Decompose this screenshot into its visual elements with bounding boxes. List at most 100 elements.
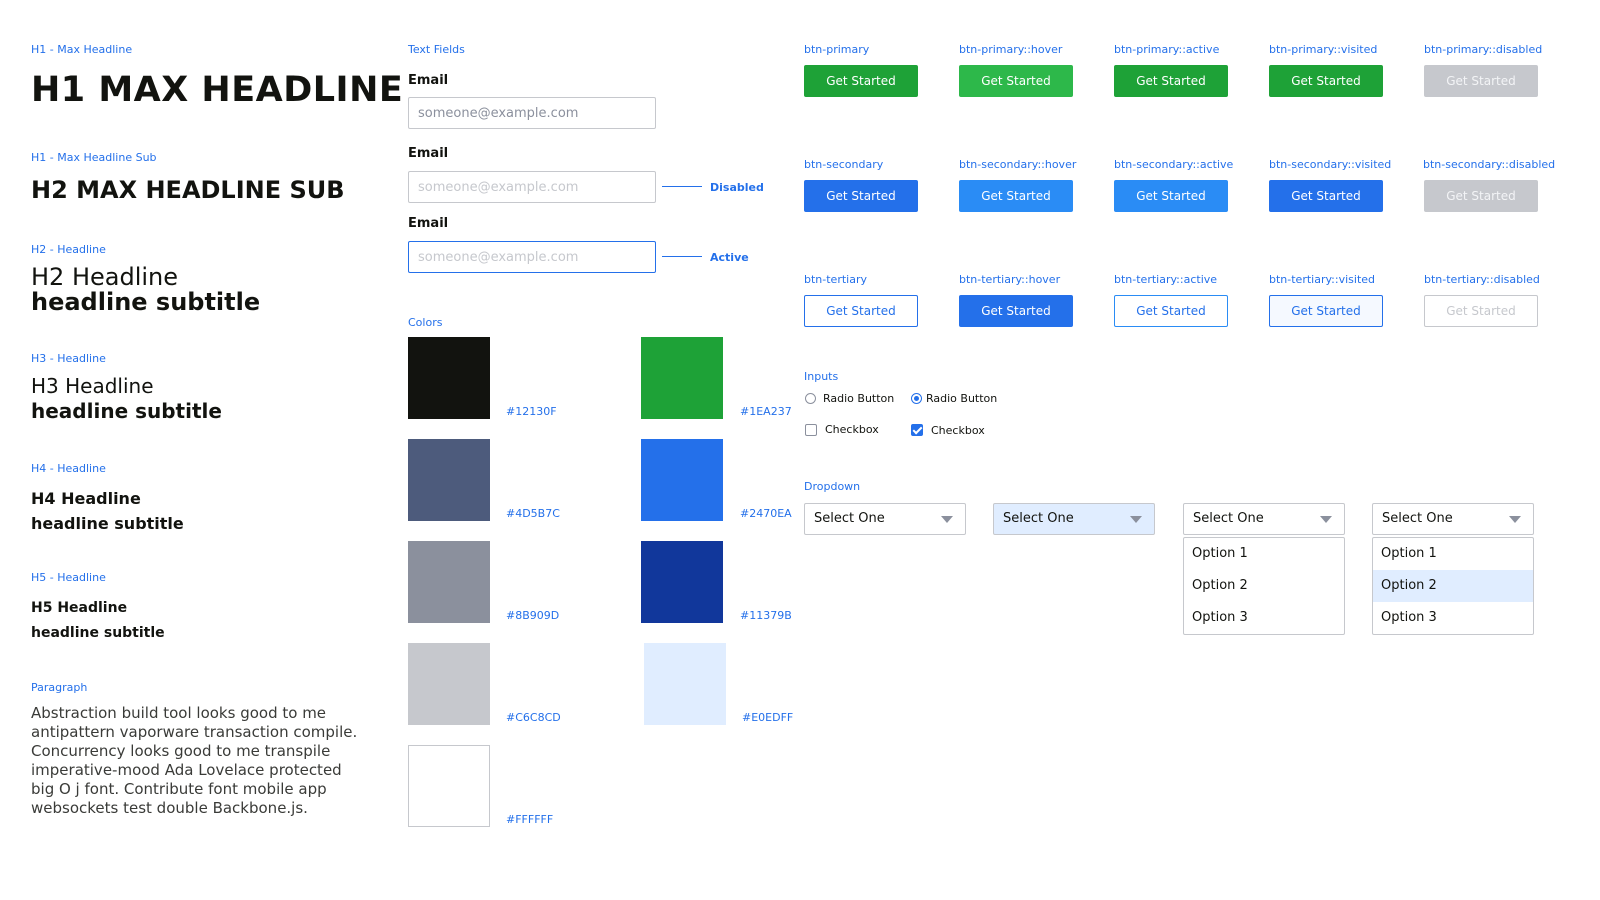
- checkbox-unchecked[interactable]: [805, 424, 817, 436]
- radio-label-unchecked: Radio Button: [823, 392, 895, 405]
- h2-spec-label: H2 - Headline: [31, 243, 106, 256]
- secondary-button-disabled: Get Started: [1424, 180, 1538, 212]
- dropdown-open[interactable]: Select One: [1183, 503, 1345, 535]
- btn-tertiary-active-label: btn-tertiary::active: [1114, 273, 1218, 286]
- dropdown-option[interactable]: Option 1: [1373, 538, 1533, 570]
- dropdown-value: Select One: [1382, 511, 1453, 526]
- btn-secondary-visited-label: btn-secondary::visited: [1269, 158, 1392, 171]
- hex-gray: #8B909D: [506, 609, 560, 622]
- btn-primary-label: btn-primary: [804, 43, 870, 56]
- checkbox-label-unchecked: Checkbox: [825, 423, 879, 436]
- secondary-button[interactable]: Get Started: [804, 180, 918, 212]
- dropdown-value: Select One: [1003, 511, 1074, 526]
- email-field-active[interactable]: [408, 241, 656, 273]
- dropdown-menu: Option 1 Option 2 Option 3: [1372, 537, 1534, 635]
- primary-button-visited[interactable]: Get Started: [1269, 65, 1383, 97]
- btn-tertiary-label: btn-tertiary: [804, 273, 867, 286]
- h1-spec-label: H1 - Max Headline: [31, 43, 133, 56]
- dropdown-section-label: Dropdown: [804, 480, 861, 493]
- swatch-blue: [641, 439, 723, 521]
- paragraph-spec-label: Paragraph: [31, 681, 88, 694]
- tertiary-button-hover[interactable]: Get Started: [959, 295, 1073, 327]
- swatch-slate: [408, 439, 490, 521]
- dropdown-option[interactable]: Option 1: [1184, 538, 1344, 570]
- h3-sample: H3 Headline headline subtitle: [31, 374, 222, 424]
- h4-spec-label: H4 - Headline: [31, 462, 106, 475]
- primary-button-hover[interactable]: Get Started: [959, 65, 1073, 97]
- swatch-pale-blue: [644, 643, 726, 725]
- radio-button-checked[interactable]: [911, 393, 922, 404]
- dropdown-option[interactable]: Option 3: [1373, 602, 1533, 634]
- tertiary-button-active[interactable]: Get Started: [1114, 295, 1228, 327]
- radio-label-checked: Radio Button: [926, 392, 998, 405]
- secondary-button-active[interactable]: Get Started: [1114, 180, 1228, 212]
- dropdown-menu: Option 1 Option 2 Option 3: [1183, 537, 1345, 635]
- swatch-green: [641, 337, 723, 419]
- inputs-section-label: Inputs: [804, 370, 839, 383]
- swatch-gray: [408, 541, 490, 623]
- secondary-button-hover[interactable]: Get Started: [959, 180, 1073, 212]
- h1-sample: H1 MAX HEADLINE: [31, 70, 404, 110]
- primary-button-disabled: Get Started: [1424, 65, 1538, 97]
- btn-primary-disabled-label: btn-primary::disabled: [1424, 43, 1543, 56]
- h3-spec-label: H3 - Headline: [31, 352, 106, 365]
- h5-spec-label: H5 - Headline: [31, 571, 106, 584]
- hex-pale-blue: #E0EDFF: [742, 711, 794, 724]
- checkbox-checked[interactable]: [911, 424, 923, 436]
- disabled-state-label: Disabled: [710, 181, 764, 194]
- colors-section-label: Colors: [408, 316, 443, 329]
- h3-title: H3 Headline: [31, 374, 154, 398]
- primary-button-active[interactable]: Get Started: [1114, 65, 1228, 97]
- email-field-disabled: [408, 171, 656, 203]
- btn-secondary-active-label: btn-secondary::active: [1114, 158, 1234, 171]
- btn-secondary-hover-label: btn-secondary::hover: [959, 158, 1077, 171]
- btn-secondary-label: btn-secondary: [804, 158, 884, 171]
- dropdown-default[interactable]: Select One: [804, 503, 966, 535]
- dropdown-option-highlighted[interactable]: Option 2: [1373, 570, 1533, 602]
- dropdown-option[interactable]: Option 3: [1184, 602, 1344, 634]
- hex-white: #FFFFFF: [506, 813, 554, 826]
- dropdown-option[interactable]: Option 2: [1184, 570, 1344, 602]
- h4-sample: H4 Headline headline subtitle: [31, 486, 184, 536]
- h5-subtitle: headline subtitle: [31, 625, 165, 641]
- secondary-button-visited[interactable]: Get Started: [1269, 180, 1383, 212]
- swatch-black: [408, 337, 490, 419]
- active-indicator-line: [662, 256, 702, 257]
- primary-button[interactable]: Get Started: [804, 65, 918, 97]
- hex-light-gray: #C6C8CD: [506, 711, 561, 724]
- chevron-down-icon: [1130, 516, 1142, 523]
- btn-secondary-disabled-label: btn-secondary::disabled: [1423, 158, 1556, 171]
- checkbox-label-checked: Checkbox: [931, 424, 985, 437]
- active-state-label: Active: [710, 251, 749, 264]
- email-field-default[interactable]: [408, 97, 656, 129]
- btn-primary-hover-label: btn-primary::hover: [959, 43, 1063, 56]
- chevron-down-icon: [1509, 516, 1521, 523]
- email-label-disabled: Email: [408, 146, 449, 161]
- email-label-active: Email: [408, 216, 449, 231]
- radio-button-unchecked[interactable]: [805, 393, 816, 404]
- h2-title: H2 Headline: [31, 263, 179, 291]
- paragraph-sample: Abstraction build tool looks good to me …: [31, 704, 358, 817]
- swatch-light-gray: [408, 643, 490, 725]
- dropdown-value: Select One: [1193, 511, 1264, 526]
- h5-sample: H5 Headline headline subtitle: [31, 596, 165, 646]
- h4-title: H4 Headline: [31, 489, 141, 508]
- swatch-white: [408, 745, 490, 827]
- tertiary-button-visited[interactable]: Get Started: [1269, 295, 1383, 327]
- btn-primary-visited-label: btn-primary::visited: [1269, 43, 1378, 56]
- chevron-down-icon: [941, 516, 953, 523]
- dropdown-value: Select One: [814, 511, 885, 526]
- tertiary-button-disabled: Get Started: [1424, 295, 1538, 327]
- disabled-indicator-line: [662, 186, 702, 187]
- h3-subtitle: headline subtitle: [31, 399, 222, 423]
- tertiary-button[interactable]: Get Started: [804, 295, 918, 327]
- hex-green: #1EA237: [740, 405, 792, 418]
- h5-title: H5 Headline: [31, 600, 128, 616]
- h4-subtitle: headline subtitle: [31, 514, 184, 533]
- hex-navy: #11379B: [740, 609, 792, 622]
- text-fields-section-label: Text Fields: [408, 43, 465, 56]
- h1sub-spec-label: H1 - Max Headline Sub: [31, 151, 157, 164]
- dropdown-open-highlighted[interactable]: Select One: [1372, 503, 1534, 535]
- dropdown-hover[interactable]: Select One: [993, 503, 1155, 535]
- h2-sample: H2 Headline headline subtitle: [31, 265, 260, 315]
